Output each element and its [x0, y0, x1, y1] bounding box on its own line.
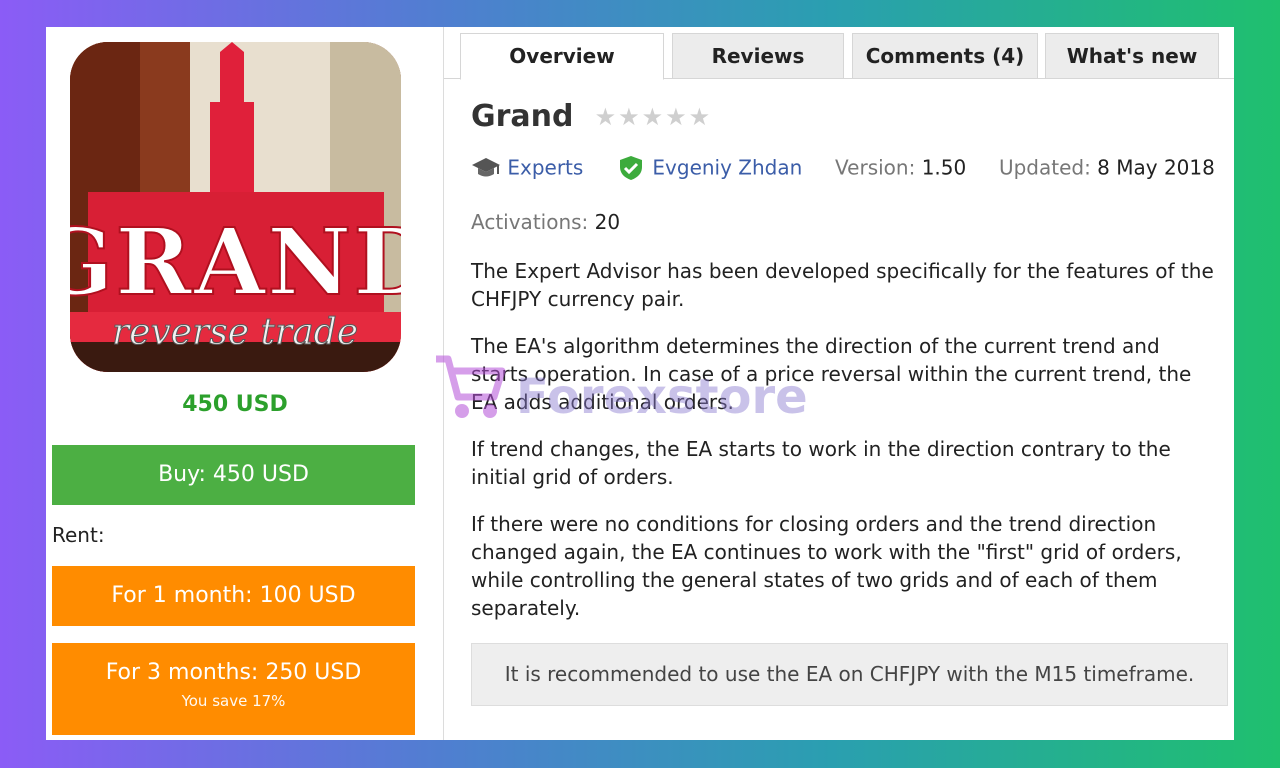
- product-title: Grand: [471, 99, 574, 134]
- rent-1-month-button[interactable]: For 1 month: 100 USD: [52, 566, 415, 626]
- product-image-subtitle: reverse trade: [112, 312, 358, 353]
- tab-overview[interactable]: Overview: [460, 33, 664, 80]
- graduation-cap-icon: [472, 157, 500, 176]
- purchase-panel: GRAND reverse trade 450 USD Buy: 450 USD…: [46, 27, 443, 740]
- verified-shield-icon: [620, 155, 643, 180]
- description-paragraph: The EA's algorithm determines the direct…: [471, 334, 1192, 414]
- rent-3-months-button[interactable]: For 3 months: 250 USD You save 17%: [52, 643, 415, 735]
- meta-row: Experts Evgeniy Zhdan Version: 1.50 Upda…: [471, 154, 1215, 181]
- star-icon: ★: [641, 102, 666, 131]
- updated-value: 8 May 2018: [1097, 155, 1215, 180]
- version-value: 1.50: [921, 155, 967, 180]
- activations-label: Activations:: [471, 210, 589, 234]
- activations-value: 20: [594, 210, 621, 234]
- activations-row: Activations: 20: [471, 210, 620, 234]
- product-card: GRAND reverse trade 450 USD Buy: 450 USD…: [46, 27, 1234, 740]
- star-icon: ★: [688, 102, 713, 131]
- column-divider: [443, 27, 444, 740]
- rating-stars[interactable]: ★★★★★: [595, 103, 713, 131]
- star-icon: ★: [665, 102, 689, 131]
- tab-bar: Overview Reviews Comments (4) What's new: [444, 27, 1234, 80]
- description-paragraph: The Expert Advisor has been developed sp…: [471, 259, 1214, 311]
- title-row: Grand ★★★★★: [471, 99, 712, 139]
- product-image-title: GRAND: [70, 208, 401, 316]
- description-paragraph: If there were no conditions for closing …: [471, 512, 1182, 620]
- description-paragraph: If trend changes, the EA starts to work …: [471, 437, 1171, 489]
- star-icon: ★: [618, 102, 642, 131]
- rent-3-months-saving: You save 17%: [181, 692, 286, 710]
- updated-label: Updated:: [998, 155, 1091, 180]
- category-link[interactable]: Experts: [507, 156, 583, 180]
- author-link[interactable]: Evgeniy Zhdan: [652, 156, 802, 180]
- product-price: 450 USD: [182, 392, 288, 417]
- rent-3-months-label: For 3 months: 250 USD: [105, 660, 362, 685]
- tab-reviews[interactable]: Reviews: [672, 33, 844, 79]
- product-image: GRAND reverse trade: [70, 42, 401, 372]
- star-icon: ★: [594, 102, 619, 131]
- version-label: Version:: [835, 155, 916, 180]
- product-description: The Expert Advisor has been developed sp…: [471, 257, 1219, 641]
- tab-whats-new[interactable]: What's new: [1045, 33, 1219, 79]
- buy-button[interactable]: Buy: 450 USD: [52, 445, 415, 505]
- recommendation-note: It is recommended to use the EA on CHFJP…: [471, 643, 1228, 706]
- rent-label: Rent:: [52, 523, 105, 547]
- tab-comments[interactable]: Comments (4): [852, 33, 1038, 79]
